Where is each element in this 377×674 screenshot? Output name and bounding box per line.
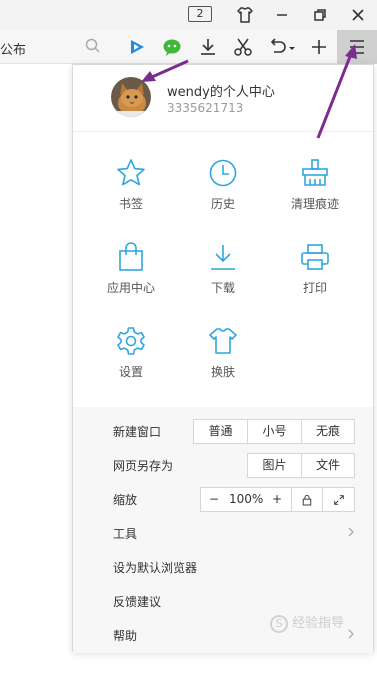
downloads-item[interactable]: 下载 [181,241,265,311]
zoom-value: 100% [229,492,264,506]
new-window-small-button[interactable]: 小号 [247,419,302,444]
zoom-out-button[interactable]: − [209,488,219,511]
app-center-item[interactable]: 应用中心 [89,241,173,311]
new-window-row: 新建窗口 普通 小号 无痕 [73,416,373,446]
wechat-icon[interactable] [161,36,183,58]
toolbar: 公布 [0,30,377,64]
menu-icon [350,40,364,54]
tab-count-badge[interactable]: 2 [188,6,212,22]
save-as-image-button[interactable]: 图片 [247,453,302,478]
skin-shirt-icon[interactable] [235,5,255,25]
search-icon[interactable] [84,37,102,55]
clock-icon [207,157,239,189]
user-id: 3335621713 [167,101,244,115]
menu-button[interactable] [337,30,377,64]
printer-icon [299,241,331,273]
minimize-icon[interactable] [272,5,292,25]
skin-label: 换肤 [210,365,235,379]
bookmarks-label: 书签 [118,197,143,211]
download-icon [207,241,239,273]
undo-dropdown-icon[interactable] [287,36,297,58]
chevron-right-icon [347,526,355,538]
user-name[interactable]: wendy的个人中心 [167,81,275,100]
help-label: 帮助 [113,629,138,643]
zoom-control: − 100% + [200,487,291,512]
address-bar-partial-text[interactable]: 公布 [0,39,26,58]
clear-traces-item[interactable]: 清理痕迹 [273,157,357,227]
gear-icon [115,325,147,357]
video-play-icon[interactable] [126,36,148,58]
download-icon[interactable] [197,36,219,58]
bookmarks-item[interactable]: 书签 [89,157,173,227]
print-item[interactable]: 打印 [273,241,357,311]
history-label: 历史 [210,197,235,211]
app-center-label: 应用中心 [106,281,155,295]
close-icon[interactable] [348,5,368,25]
star-icon [115,157,147,189]
default-browser-label: 设为默认浏览器 [113,561,198,575]
history-item[interactable]: 历史 [181,157,265,227]
default-browser-row[interactable]: 设为默认浏览器 [73,552,373,582]
save-page-label: 网页另存为 [113,459,174,473]
zoom-row: 缩放 − 100% + [73,484,373,514]
tools-row[interactable]: 工具 [73,518,373,548]
restore-icon[interactable] [310,5,330,25]
tools-label: 工具 [113,527,138,541]
watermark-logo: S [270,614,288,633]
broom-icon [299,157,331,189]
user-center[interactable]: wendy的个人中心 3335621713 [73,65,373,132]
save-page-row: 网页另存为 图片 文件 [73,450,373,480]
new-window-normal-button[interactable]: 普通 [193,419,248,444]
zoom-lock-button[interactable] [291,487,323,512]
scissors-icon[interactable] [232,36,254,58]
print-label: 打印 [302,281,327,295]
main-menu-panel: wendy的个人中心 3335621713 书签 历史 清理痕迹 应用中心 下载 [72,64,374,653]
title-bar: 2 [0,0,377,30]
avatar[interactable] [111,77,151,117]
skin-item[interactable]: 换肤 [181,325,265,395]
zoom-in-button[interactable]: + [272,488,282,511]
shirt-icon [207,325,239,357]
fullscreen-button[interactable] [322,487,355,512]
clear-traces-label: 清理痕迹 [290,197,339,211]
undo-icon[interactable] [267,36,289,58]
watermark: S 经验指导 [270,612,370,642]
zoom-label: 缩放 [113,493,138,507]
add-icon[interactable] [308,36,330,58]
lock-icon [302,494,312,506]
bag-icon [115,241,147,273]
new-window-incognito-button[interactable]: 无痕 [301,419,355,444]
downloads-label: 下载 [210,281,235,295]
save-as-file-button[interactable]: 文件 [301,453,355,478]
settings-item[interactable]: 设置 [89,325,173,395]
settings-label: 设置 [118,365,143,379]
new-window-label: 新建窗口 [113,425,162,439]
fullscreen-icon [333,495,344,505]
feedback-label: 反馈建议 [113,595,162,609]
watermark-text: 经验指导 [292,616,345,631]
